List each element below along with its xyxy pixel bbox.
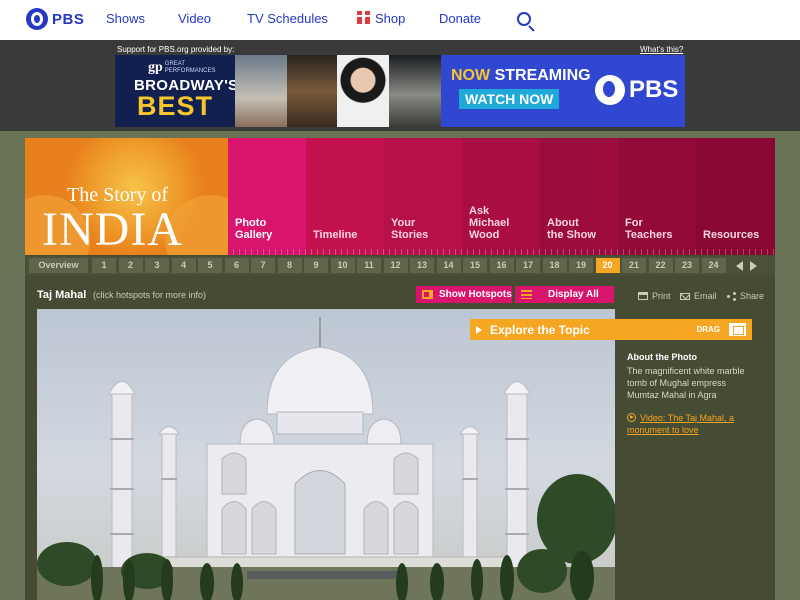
section-tab-6[interactable]: Resources — [696, 138, 775, 255]
tab-edge — [306, 249, 384, 255]
tab-edge — [540, 249, 618, 255]
section-tab-label: Resources — [703, 229, 760, 241]
drag-label: DRAG — [696, 325, 720, 334]
section-tab-2[interactable]: Your Stories — [384, 138, 462, 255]
pbs-head-icon — [26, 8, 48, 30]
list-icon — [521, 290, 532, 299]
gift-icon — [357, 11, 370, 24]
section-tab-1[interactable]: Timeline — [306, 138, 384, 255]
section-tab-3[interactable]: Ask Michael Wood — [462, 138, 540, 255]
pager-page-button[interactable]: 10 — [330, 258, 355, 273]
nav-shop-link[interactable]: Shop — [357, 11, 405, 26]
show-hotspots-button[interactable]: Show Hotspots — [416, 286, 512, 303]
ad-watch-now: WATCH NOW — [459, 89, 560, 109]
mail-icon — [680, 292, 690, 300]
section-tab-label: For Teachers — [625, 217, 673, 241]
pager-page-button[interactable]: 13 — [410, 258, 434, 273]
section-tab-5[interactable]: For Teachers — [618, 138, 696, 255]
pager-page-button[interactable]: 22 — [648, 258, 673, 273]
pager-page-button[interactable]: 3 — [145, 258, 169, 273]
pager-overview-button[interactable]: Overview — [29, 258, 88, 273]
photo-title: Taj Mahal — [37, 289, 87, 301]
pager-page-button[interactable]: 23 — [675, 258, 699, 273]
sponsor-ad-banner[interactable]: gp GREAT PERFORMANCES BROADWAY'S BEST NOW… — [115, 55, 685, 127]
whats-this-link[interactable]: What's this? — [640, 45, 683, 54]
explore-topic-panel[interactable]: Explore the Topic DRAG — [470, 319, 752, 340]
pager-page-button[interactable]: 15 — [463, 258, 487, 273]
nav-video-link[interactable]: Video — [178, 11, 211, 26]
nav-donate-link[interactable]: Donate — [439, 11, 481, 26]
ad-title-line2: BEST — [137, 91, 214, 121]
pager-page-button[interactable]: 21 — [622, 258, 646, 273]
ad-now-streaming-text: NOW STREAMING — [451, 67, 591, 84]
about-photo-title: About the Photo — [627, 352, 697, 362]
top-navigation: PBS Shows Video TV Schedules Shop Donate — [0, 0, 800, 40]
tab-edge — [462, 249, 540, 255]
hotspot-icon — [422, 290, 433, 299]
tab-edge — [618, 249, 696, 255]
pager-page-button[interactable]: 16 — [489, 258, 514, 273]
section-tab-label: Ask Michael Wood — [469, 205, 510, 241]
tab-edge — [228, 249, 306, 255]
ad-photo-1 — [235, 55, 287, 127]
tab-edge — [384, 249, 462, 255]
pager-page-button[interactable]: 12 — [383, 258, 408, 273]
next-arrow-icon[interactable] — [750, 261, 757, 271]
share-icon — [727, 292, 736, 301]
prev-arrow-icon[interactable] — [736, 261, 743, 271]
pager-page-button[interactable]: 20 — [595, 258, 620, 273]
pager-page-button[interactable]: 18 — [542, 258, 567, 273]
video-play-icon — [627, 413, 636, 422]
pager-page-button[interactable]: 14 — [436, 258, 461, 273]
pbs-logo-text: PBS — [52, 10, 85, 28]
tab-edge — [696, 249, 775, 255]
pager-page-button[interactable]: 24 — [701, 258, 726, 273]
pager-page-button[interactable]: 1 — [92, 258, 116, 273]
pager-page-button[interactable]: 9 — [304, 258, 328, 273]
section-tab-label: Timeline — [313, 229, 358, 241]
sponsor-label: Support for PBS.org provided by: — [117, 45, 235, 54]
explore-topic-label: Explore the Topic — [490, 322, 590, 337]
play-icon — [476, 325, 482, 334]
pager-page-button[interactable]: 8 — [277, 258, 302, 273]
pager-page-button[interactable]: 11 — [357, 258, 381, 273]
nav-tv-schedules-link[interactable]: TV Schedules — [247, 11, 328, 26]
video-link[interactable]: Video: The Taj Mahal, a monument to love — [627, 412, 752, 436]
ad-pbs-logo: PBS — [595, 75, 678, 105]
printer-icon — [638, 292, 648, 300]
pager-page-button[interactable]: 7 — [251, 258, 275, 273]
display-all-button[interactable]: Display All — [515, 286, 614, 303]
pager-page-button[interactable]: 17 — [516, 258, 540, 273]
pbs-logo[interactable]: PBS — [26, 8, 84, 30]
about-photo-text: The magnificent white marble tomb of Mug… — [627, 366, 745, 400]
section-tab-0[interactable]: Photo Gallery — [228, 138, 306, 255]
pager-page-button[interactable]: 6 — [224, 258, 249, 273]
pager-page-button[interactable]: 19 — [569, 258, 593, 273]
drag-handle-icon[interactable] — [729, 323, 746, 336]
logo-line2: INDIA — [42, 203, 183, 255]
email-link[interactable]: Email — [680, 291, 717, 301]
ad-photo-2 — [287, 55, 337, 127]
pager-page-button[interactable]: 2 — [118, 258, 143, 273]
ad-broadways-best: gp GREAT PERFORMANCES BROADWAY'S BEST — [115, 55, 238, 127]
section-tab-label: Photo Gallery — [235, 217, 273, 241]
print-link[interactable]: Print — [638, 291, 671, 301]
section-tab-4[interactable]: About the Show — [540, 138, 618, 255]
search-icon[interactable] — [517, 12, 531, 26]
ad-now-streaming: NOW STREAMING WATCH NOW PBS — [441, 55, 685, 127]
photo-hint: (click hotspots for more info) — [93, 290, 207, 300]
great-performances-badge: gp GREAT PERFORMANCES — [148, 60, 216, 75]
ad-photo-4 — [389, 55, 441, 127]
share-link[interactable]: Share — [727, 291, 764, 301]
taj-mahal-photo[interactable] — [37, 309, 615, 600]
ad-photo-3 — [337, 55, 389, 127]
story-of-india-logo[interactable]: The Story of INDIA — [25, 138, 228, 255]
pager-page-button[interactable]: 4 — [171, 258, 196, 273]
section-tab-label: Your Stories — [391, 217, 429, 241]
nav-shows-link[interactable]: Shows — [106, 11, 145, 26]
pager-page-button[interactable]: 5 — [198, 258, 222, 273]
nav-shop-label: Shop — [375, 11, 406, 26]
section-tab-label: About the Show — [547, 217, 596, 241]
pbs-head-icon — [595, 75, 625, 105]
